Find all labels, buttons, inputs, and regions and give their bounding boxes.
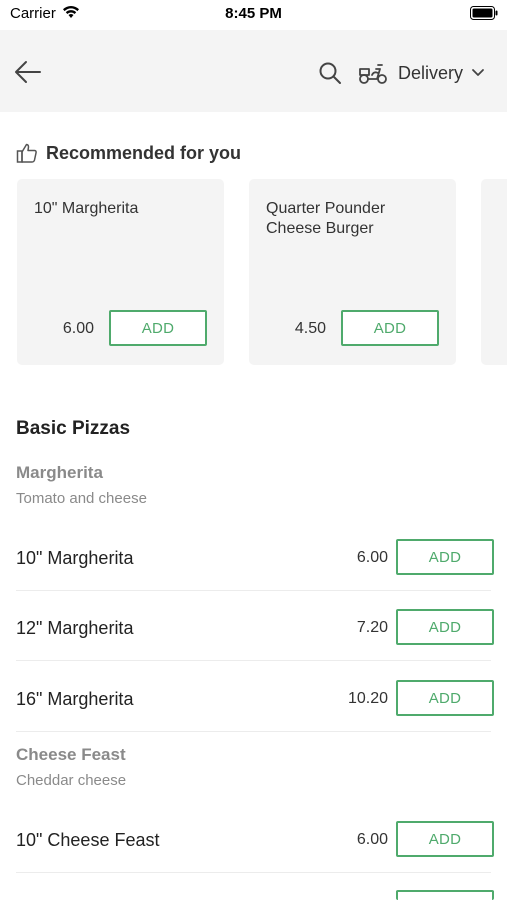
recommended-card[interactable]: Quarter Pounder Cheese Burger 4.50 ADD (249, 179, 456, 365)
recommended-title: Recommended for you (46, 142, 242, 163)
battery-icon (470, 6, 498, 20)
menu-item-row[interactable]: 10" Cheese Feast 6.00 ADD (16, 806, 494, 876)
add-button[interactable]: ADD (396, 609, 494, 645)
add-button[interactable]: ADD (396, 680, 494, 716)
menu-item-row[interactable]: 16" Margherita 10.20 ADD (16, 665, 494, 735)
add-button[interactable]: ADD (396, 821, 494, 857)
group-title: Margherita (16, 463, 103, 482)
divider (16, 872, 491, 873)
back-arrow-icon[interactable] (12, 56, 44, 88)
app-header: Delivery (0, 30, 507, 112)
group-description: Tomato and cheese (16, 490, 147, 507)
menu-item-price: 10.20 (347, 690, 388, 707)
add-button[interactable]: ADD (109, 310, 207, 346)
section-title: Basic Pizzas (16, 418, 131, 439)
thumbs-up-icon (16, 143, 37, 163)
recommended-header: Recommended for you (16, 142, 241, 164)
status-bar: Carrier 8:45 PM (0, 0, 507, 30)
recommended-item-name: 10" Margherita (34, 200, 139, 217)
menu-item-price: 7.20 (356, 619, 388, 636)
menu-item-name: 10" Margherita (16, 548, 134, 568)
menu-item-price: 6.00 (356, 549, 388, 566)
menu-item-name: 16" Margherita (16, 689, 134, 709)
menu-item-row[interactable]: 10" Margherita 6.00 ADD (16, 524, 494, 594)
recommended-item-name: Quarter Pounder Cheese Burger (266, 200, 386, 237)
divider (16, 660, 491, 661)
add-button-partial[interactable] (396, 890, 494, 900)
menu-item-name: 12" Margherita (16, 618, 134, 638)
recommended-card[interactable]: 10" Margherita 6.00 ADD (17, 179, 224, 365)
add-button[interactable]: ADD (396, 539, 494, 575)
status-time: 8:45 PM (225, 5, 282, 22)
recommended-item-price: 4.50 (294, 320, 326, 337)
recommended-item-price: 6.00 (62, 320, 94, 337)
recommended-card-peek[interactable] (481, 179, 507, 365)
menu-item-row[interactable]: 12" Margherita 7.20 ADD (16, 594, 494, 664)
add-button[interactable]: ADD (341, 310, 439, 346)
delivery-label: Delivery (398, 62, 464, 83)
divider (16, 731, 491, 732)
menu-item-price: 6.00 (356, 831, 388, 848)
group-title: Cheese Feast (16, 745, 126, 764)
divider (16, 590, 491, 591)
search-icon[interactable] (318, 61, 342, 85)
group-description: Cheddar cheese (16, 772, 127, 789)
scooter-icon (359, 64, 387, 84)
delivery-mode-selector[interactable]: Delivery (358, 58, 485, 88)
menu-item-name: 10" Cheese Feast (16, 830, 160, 850)
chevron-down-icon (472, 69, 484, 76)
